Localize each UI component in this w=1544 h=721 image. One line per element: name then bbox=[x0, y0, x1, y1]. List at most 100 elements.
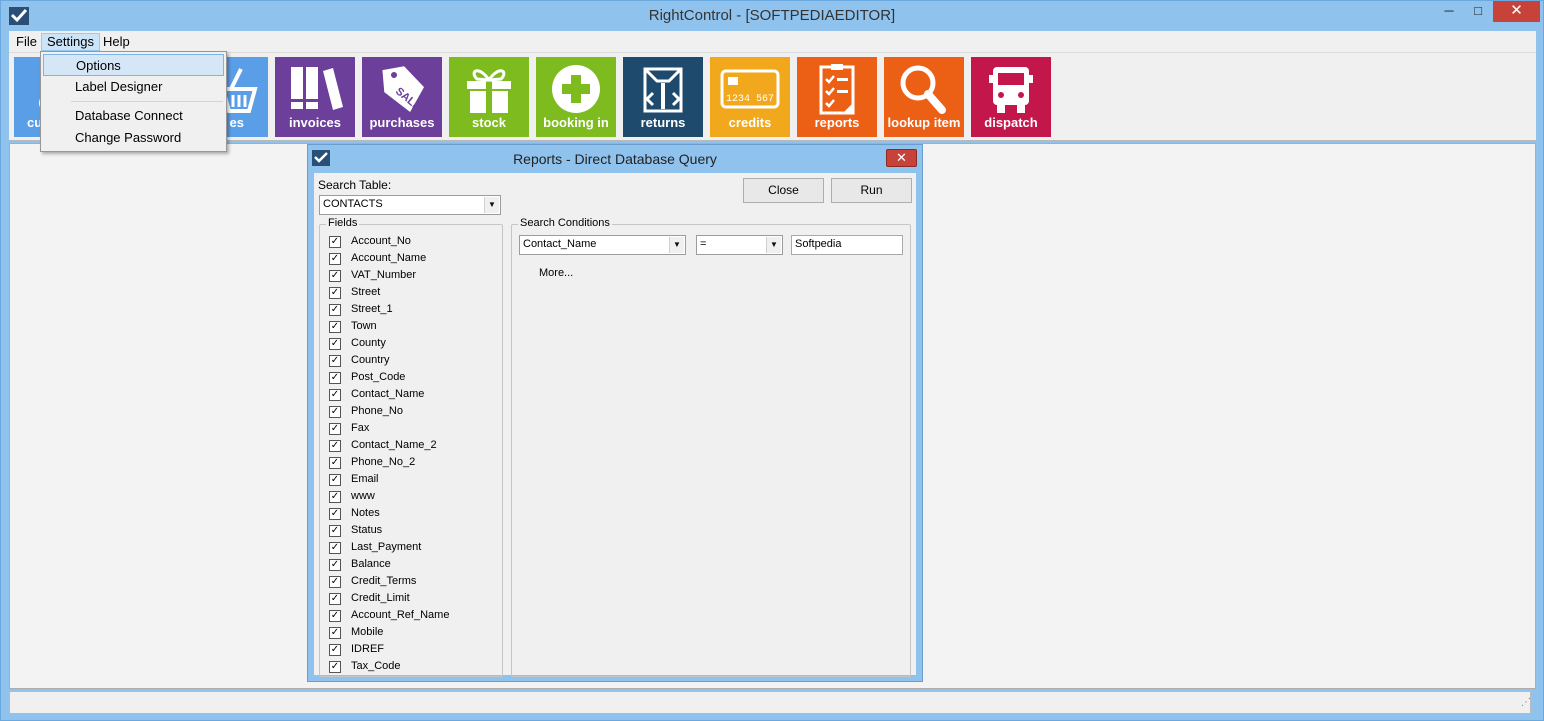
field-name: IDREF bbox=[351, 643, 384, 655]
menu-settings[interactable]: Settings bbox=[41, 33, 100, 51]
run-button[interactable]: Run bbox=[831, 178, 912, 203]
menu-item-options[interactable]: Options bbox=[43, 54, 224, 76]
field-name: Account_Ref_Name bbox=[351, 609, 450, 621]
menu-item-database-connect[interactable]: Database Connect bbox=[43, 105, 224, 127]
menu-file[interactable]: File bbox=[11, 33, 42, 51]
menu-item-change-password[interactable]: Change Password bbox=[43, 127, 224, 149]
search-conditions-label: Search Conditions bbox=[518, 217, 612, 229]
tile-label: purchases bbox=[369, 115, 435, 130]
dialog-close-icon[interactable]: ✕ bbox=[886, 149, 917, 167]
title-bar[interactable]: RightControl - [SOFTPEDIAEDITOR] ─ □ ✕ bbox=[1, 1, 1543, 31]
field-name: Post_Code bbox=[351, 371, 406, 383]
tile-label: returns bbox=[640, 115, 686, 130]
resize-grip-icon[interactable]: ⋰ bbox=[1521, 698, 1535, 712]
dialog-title-bar[interactable]: Reports - Direct Database Query ✕ bbox=[308, 145, 922, 172]
field-checkbox[interactable]: ✓ bbox=[329, 644, 341, 656]
field-checkbox[interactable]: ✓ bbox=[329, 542, 341, 554]
field-checkbox[interactable]: ✓ bbox=[329, 355, 341, 367]
more-conditions-link[interactable]: More... bbox=[539, 267, 573, 279]
field-name: www bbox=[351, 490, 375, 502]
field-checkbox[interactable]: ✓ bbox=[329, 406, 341, 418]
field-checkbox[interactable]: ✓ bbox=[329, 457, 341, 469]
condition-value-input[interactable]: Softpedia bbox=[791, 235, 903, 255]
magnifier-icon bbox=[900, 65, 946, 114]
field-name: Status bbox=[351, 524, 383, 536]
tile-label: lookup item bbox=[887, 115, 961, 130]
field-checkbox[interactable]: ✓ bbox=[329, 559, 341, 571]
field-checkbox[interactable]: ✓ bbox=[329, 338, 341, 350]
field-checkbox[interactable]: ✓ bbox=[329, 576, 341, 588]
field-checkbox[interactable]: ✓ bbox=[329, 491, 341, 503]
field-name: Contact_Name_2 bbox=[351, 439, 437, 451]
field-checkbox[interactable]: ✓ bbox=[329, 508, 341, 520]
field-checkbox[interactable]: ✓ bbox=[329, 270, 341, 282]
field-checkbox[interactable]: ✓ bbox=[329, 474, 341, 486]
field-name: Phone_No bbox=[351, 405, 403, 417]
menu-item-label-designer[interactable]: Label Designer bbox=[43, 76, 224, 98]
maximize-button[interactable]: □ bbox=[1464, 1, 1492, 22]
box-icon bbox=[643, 67, 683, 113]
field-name: Credit_Limit bbox=[351, 592, 410, 604]
condition-field-value: Contact_Name bbox=[523, 238, 597, 250]
field-name: Fax bbox=[351, 422, 370, 434]
condition-operator-select[interactable]: = ▼ bbox=[696, 235, 783, 255]
field-checkbox[interactable]: ✓ bbox=[329, 610, 341, 622]
condition-operator-value: = bbox=[700, 238, 707, 250]
minimize-button[interactable]: ─ bbox=[1435, 1, 1463, 22]
tile-label: reports bbox=[814, 115, 860, 130]
tile-returns[interactable]: returns bbox=[623, 57, 703, 137]
field-name: Street bbox=[351, 286, 381, 298]
field-checkbox[interactable]: ✓ bbox=[329, 593, 341, 605]
condition-field-select[interactable]: Contact_Name ▼ bbox=[519, 235, 686, 255]
tile-label: dispatch bbox=[984, 115, 1038, 130]
gift-icon bbox=[467, 69, 511, 113]
field-name: Credit_Terms bbox=[351, 575, 417, 587]
field-name: Email bbox=[351, 473, 379, 485]
tile-label: stock bbox=[472, 115, 506, 130]
tile-booking-in[interactable]: booking in bbox=[536, 57, 616, 137]
chevron-down-icon[interactable]: ▼ bbox=[484, 197, 499, 213]
field-name: County bbox=[351, 337, 386, 349]
menu-help[interactable]: Help bbox=[98, 33, 135, 51]
field-name: Account_Name bbox=[351, 252, 427, 264]
module-toolbar: cu es invoices SALE purchases stock book… bbox=[9, 52, 1536, 141]
field-checkbox[interactable]: ✓ bbox=[329, 627, 341, 639]
clipboard-icon bbox=[819, 64, 855, 115]
card-number: 1234 567 bbox=[726, 94, 774, 105]
field-checkbox[interactable]: ✓ bbox=[329, 304, 341, 316]
tile-label: invoices bbox=[288, 115, 342, 130]
tile-reports[interactable]: reports bbox=[797, 57, 877, 137]
field-checkbox[interactable]: ✓ bbox=[329, 440, 341, 452]
tile-invoices[interactable]: invoices bbox=[275, 57, 355, 137]
field-checkbox[interactable]: ✓ bbox=[329, 525, 341, 537]
tile-label: credits bbox=[728, 115, 772, 130]
reports-query-dialog: Reports - Direct Database Query ✕ Search… bbox=[307, 144, 923, 682]
menu-separator bbox=[71, 101, 223, 102]
field-checkbox[interactable]: ✓ bbox=[329, 389, 341, 401]
field-name: Town bbox=[351, 320, 377, 332]
menu-bar: File Settings Help bbox=[9, 31, 1536, 52]
field-checkbox[interactable]: ✓ bbox=[329, 423, 341, 435]
close-window-button[interactable]: ✕ bbox=[1493, 1, 1540, 22]
tile-purchases[interactable]: SALE purchases bbox=[362, 57, 442, 137]
field-name: Mobile bbox=[351, 626, 384, 638]
dialog-body: Search Table: CONTACTS ▼ Close Run Field… bbox=[314, 173, 916, 677]
field-checkbox[interactable]: ✓ bbox=[329, 372, 341, 384]
field-name: VAT_Number bbox=[351, 269, 417, 281]
tile-credits[interactable]: 1234 567 credits bbox=[710, 57, 790, 137]
field-checkbox[interactable]: ✓ bbox=[329, 661, 341, 673]
binders-icon bbox=[291, 67, 343, 110]
tile-stock[interactable]: stock bbox=[449, 57, 529, 137]
search-table-select[interactable]: CONTACTS ▼ bbox=[319, 195, 501, 215]
chevron-down-icon[interactable]: ▼ bbox=[669, 237, 684, 253]
field-checkbox[interactable]: ✓ bbox=[329, 321, 341, 333]
close-button[interactable]: Close bbox=[743, 178, 824, 203]
field-checkbox[interactable]: ✓ bbox=[329, 253, 341, 265]
tile-lookup-item[interactable]: lookup item bbox=[884, 57, 964, 137]
tile-dispatch[interactable]: dispatch bbox=[971, 57, 1051, 137]
field-checkbox[interactable]: ✓ bbox=[329, 287, 341, 299]
chevron-down-icon[interactable]: ▼ bbox=[766, 237, 781, 253]
field-checkbox[interactable]: ✓ bbox=[329, 236, 341, 248]
field-name: Street_1 bbox=[351, 303, 393, 315]
search-table-value: CONTACTS bbox=[323, 198, 383, 210]
